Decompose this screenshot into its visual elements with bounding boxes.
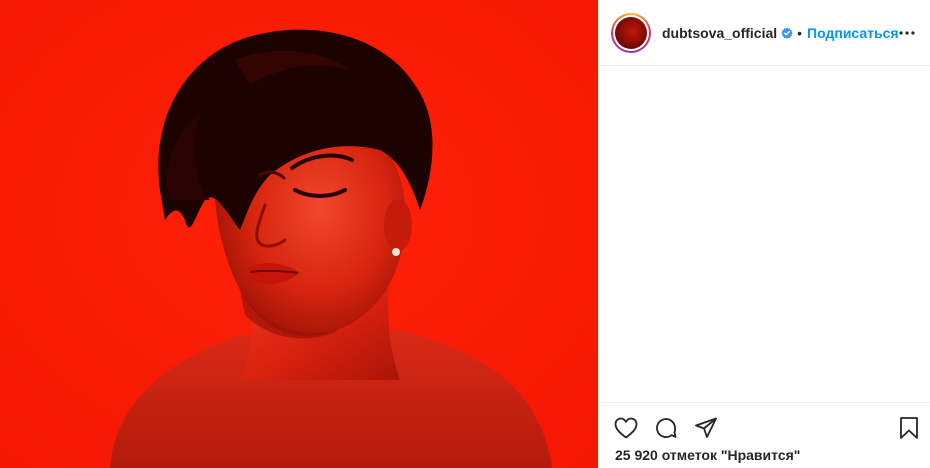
comment-icon[interactable] xyxy=(653,415,679,441)
bookmark-icon[interactable] xyxy=(896,415,922,441)
portrait-image xyxy=(0,0,598,468)
username-link[interactable]: dubtsova_official xyxy=(662,25,777,41)
likes-count[interactable]: 25 920 отметок "Нравится" xyxy=(615,447,800,463)
post-actions-bar xyxy=(599,402,930,452)
instagram-post: dubtsova_official • Подписаться 25 920 о… xyxy=(0,0,930,468)
post-sidebar: dubtsova_official • Подписаться 25 920 о… xyxy=(598,0,930,468)
avatar xyxy=(615,16,647,49)
post-photo[interactable] xyxy=(0,0,598,468)
follow-button[interactable]: Подписаться xyxy=(807,25,899,41)
avatar-story-ring[interactable] xyxy=(611,12,651,53)
more-options-icon[interactable] xyxy=(899,21,916,45)
heart-icon[interactable] xyxy=(613,415,639,441)
avatar-border xyxy=(613,14,649,51)
share-icon[interactable] xyxy=(693,415,719,441)
verified-badge-icon xyxy=(781,27,793,39)
separator-dot: • xyxy=(797,24,803,41)
post-header: dubtsova_official • Подписаться xyxy=(599,0,930,66)
user-info: dubtsova_official • Подписаться xyxy=(662,25,899,41)
